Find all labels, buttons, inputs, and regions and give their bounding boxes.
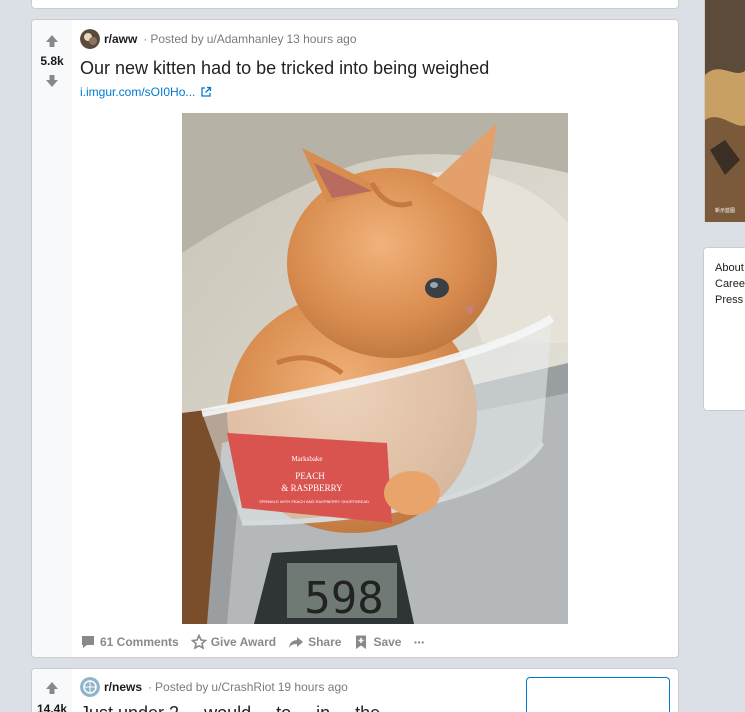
container-label-2: & RASPBERRY [281, 483, 343, 493]
upvote-icon[interactable] [42, 31, 62, 51]
post-card[interactable]: 14.4k r/news · Posted by u/CrashRiot 19 … [31, 668, 679, 712]
vote-column: 5.8k [32, 20, 72, 657]
container-desc: SPRINKLE WITH PEACH AND RASPBERRY SHORTB… [259, 499, 369, 504]
comment-icon [82, 636, 94, 648]
subreddit-avatar[interactable] [80, 29, 100, 49]
award-label: Give Award [210, 635, 277, 649]
posted-by-label: Posted by [155, 680, 209, 694]
post-link[interactable]: i.imgur.com/sOI0Ho... [80, 85, 212, 99]
sidebar-link-careers[interactable]: Careers [715, 276, 745, 292]
container-brand: Marksbake [291, 455, 322, 463]
sidebar-link-press[interactable]: Press [715, 292, 745, 308]
share-label: Share [308, 635, 342, 649]
post-title[interactable]: Our new kitten had to be tricked into be… [80, 58, 489, 79]
post-meta: r/news · Posted by u/CrashRiot 19 hours … [80, 677, 348, 697]
more-options-icon: ··· [413, 634, 425, 650]
bookmark-icon [356, 635, 367, 649]
subreddit-avatar[interactable] [80, 677, 100, 697]
share-icon [289, 637, 304, 648]
meta-separator: · [148, 680, 153, 694]
vote-score: 14.4k [36, 702, 68, 712]
post-title[interactable]: Just under 2 ... would ... to ... in ...… [80, 703, 380, 712]
post-thumbnail[interactable] [526, 677, 670, 712]
give-award-button[interactable]: Give Award [190, 634, 277, 650]
post-actions: 61 Comments Give Award Share Save ··· [80, 632, 436, 652]
external-link-icon [201, 86, 212, 97]
comments-label: 61 Comments [100, 635, 179, 649]
post-card[interactable]: 5.8k r/aww · Posted by u/Adamhanley 13 h… [31, 19, 679, 658]
more-options-button[interactable]: ··· [413, 634, 425, 650]
share-button[interactable]: Share [288, 634, 341, 650]
sidebar-image-caption: 新示蓝图 [715, 207, 735, 214]
save-button[interactable]: Save [353, 634, 401, 650]
save-label: Save [373, 635, 402, 649]
kitten-on-scale-image: Marksbake PEACH & RASPBERRY SPRINKLE WIT… [182, 113, 568, 624]
vote-score: 5.8k [40, 54, 64, 68]
container-label-1: PEACH [295, 471, 325, 481]
posted-by-label: Posted by [150, 32, 204, 46]
subreddit-link[interactable]: r/news [104, 680, 142, 694]
post-time[interactable]: 19 hours ago [278, 680, 348, 694]
sidebar-image[interactable]: 新示蓝图 [704, 0, 745, 222]
sidebar-links-card: About Careers Press [703, 247, 745, 411]
post-image[interactable]: Marksbake PEACH & RASPBERRY SPRINKLE WIT… [182, 113, 568, 624]
vote-column: 14.4k [32, 669, 72, 712]
post-meta: r/aww · Posted by u/Adamhanley 13 hours … [80, 29, 357, 49]
author-link[interactable]: u/CrashRiot [211, 680, 274, 694]
author-link[interactable]: u/Adamhanley [207, 32, 284, 46]
landscape-image: 新示蓝图 [705, 0, 745, 222]
subreddit-link[interactable]: r/aww [104, 32, 137, 46]
scale-reading: 598 [304, 573, 383, 624]
post-link-text[interactable]: i.imgur.com/sOI0Ho... [80, 85, 195, 99]
post-time[interactable]: 13 hours ago [286, 32, 356, 46]
previous-post-card [31, 0, 679, 9]
award-icon [190, 634, 207, 650]
downvote-icon[interactable] [42, 71, 62, 91]
comments-button[interactable]: 61 Comments [80, 634, 179, 650]
sidebar-link-about[interactable]: About [715, 260, 745, 276]
upvote-icon[interactable] [42, 678, 62, 698]
meta-separator: · [143, 32, 148, 46]
